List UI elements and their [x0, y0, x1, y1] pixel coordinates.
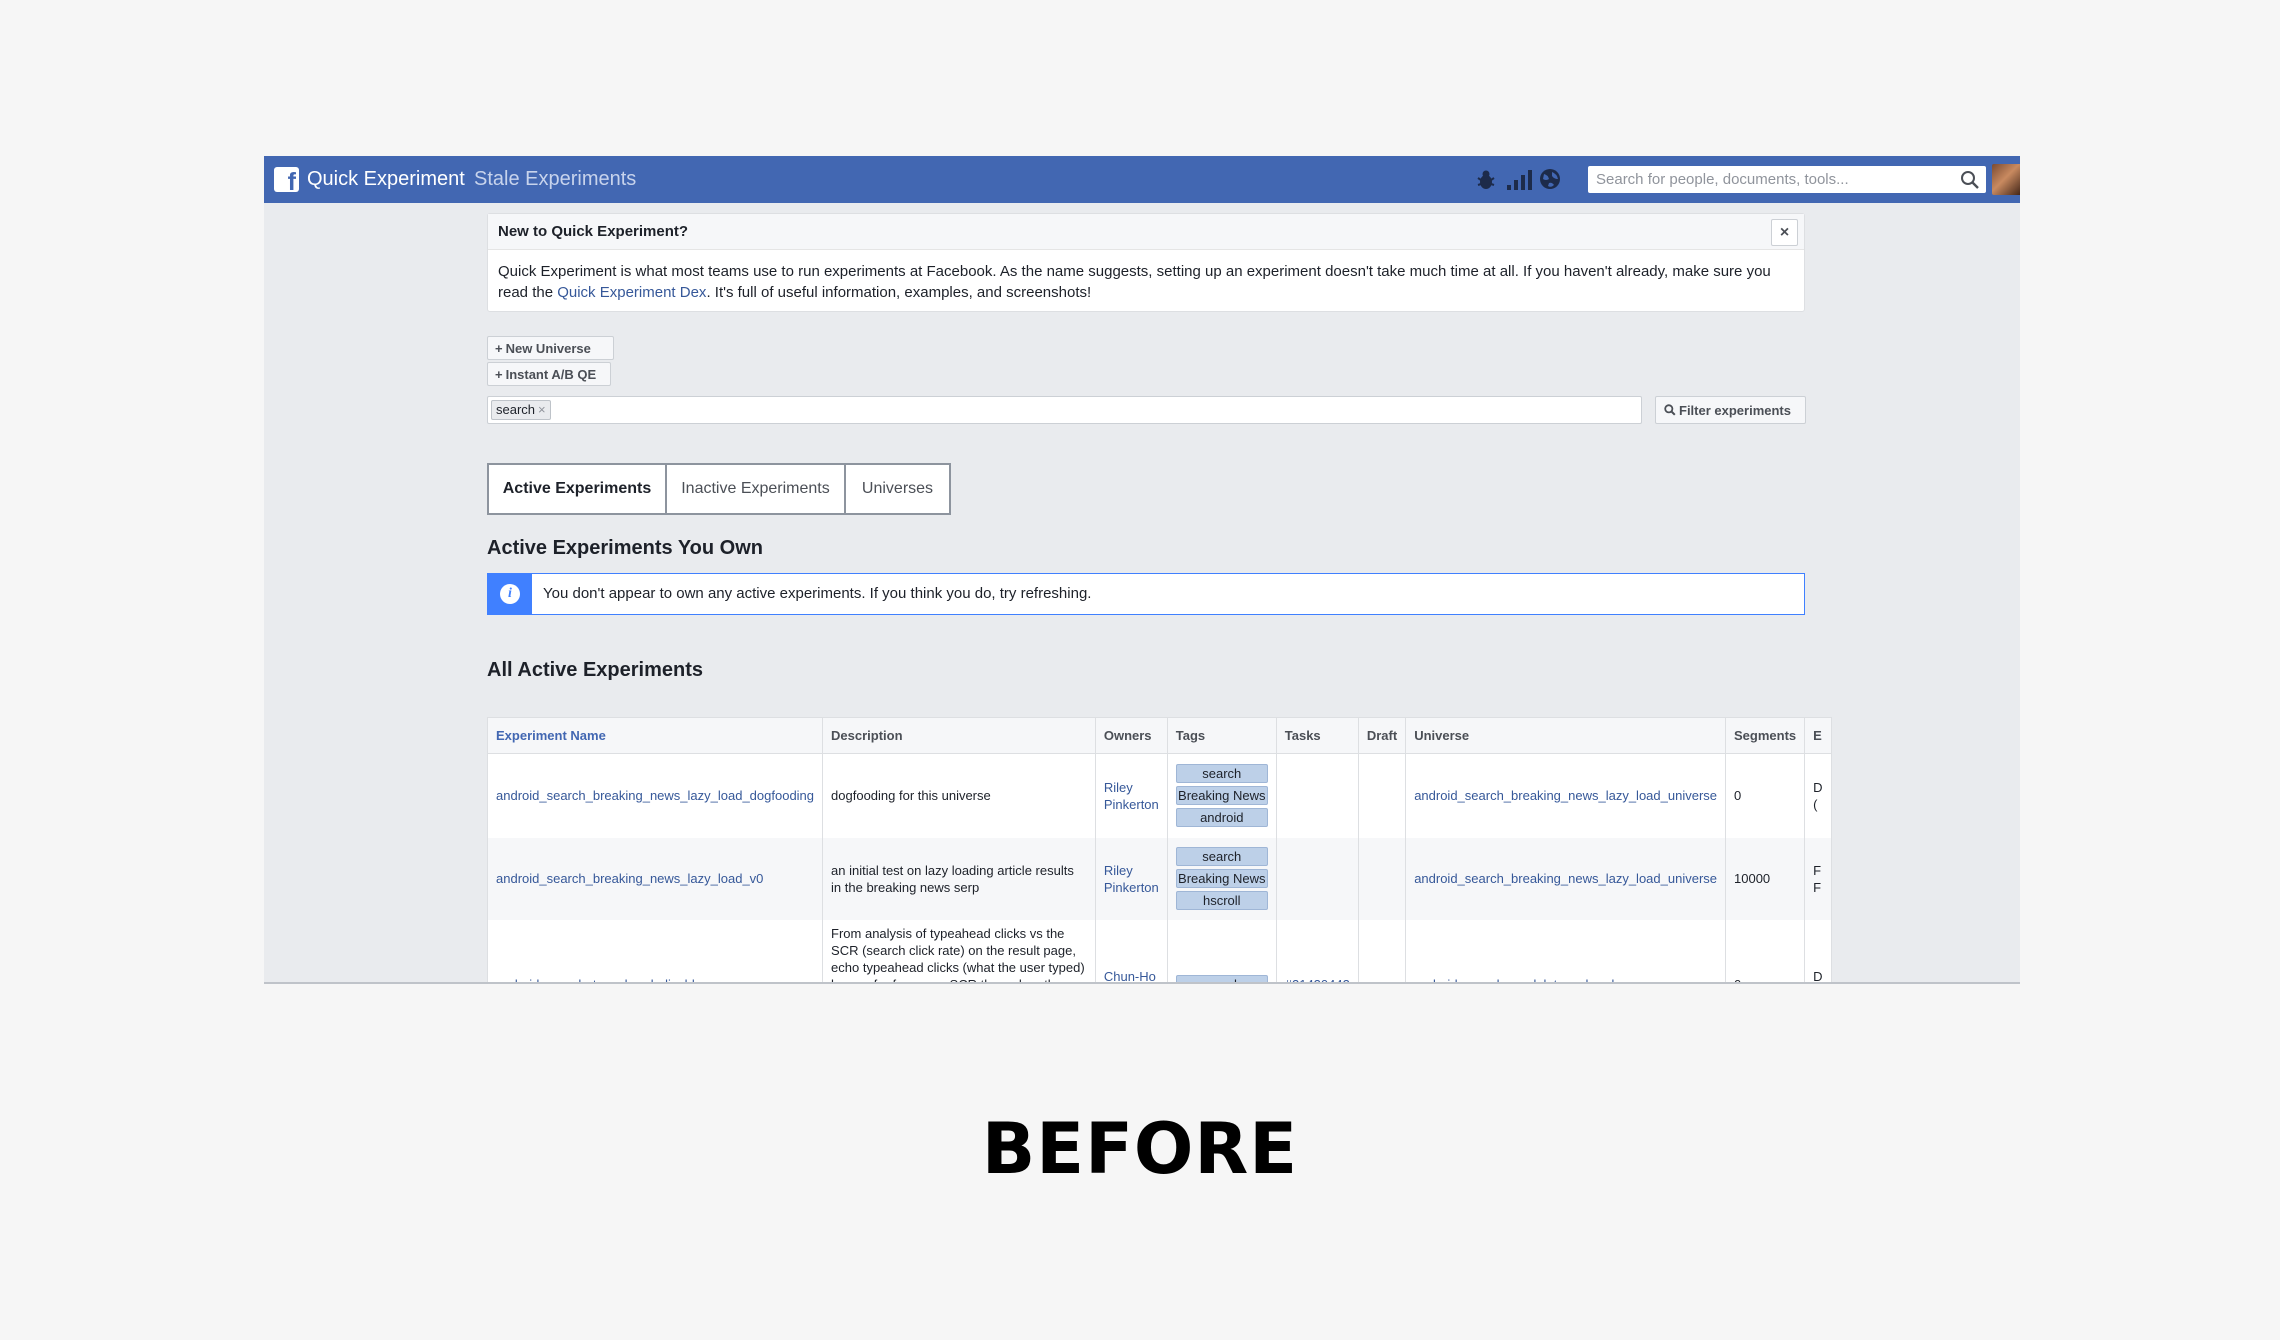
quick-experiment-dex-link[interactable]: Quick Experiment Dex — [557, 284, 706, 301]
info-icon: i — [500, 584, 520, 604]
intro-text: Quick Experiment is what most teams use … — [498, 261, 1788, 303]
intro-text-after: . It's full of useful information, examp… — [706, 284, 1092, 301]
bug-icon[interactable] — [1475, 166, 1497, 192]
owner-link[interactable]: Riley Pinkerton — [1104, 780, 1159, 812]
owner-link[interactable]: Riley Pinkerton — [1104, 863, 1159, 895]
owner-link[interactable]: Chun-Ho Ng — [1104, 969, 1156, 983]
draft-cell — [1357, 753, 1407, 838]
column-header-segments: Segments — [1725, 717, 1806, 754]
universe-link[interactable]: android_search_breaking_news_lazy_load_u… — [1414, 788, 1717, 803]
experiments-table: Experiment Name Description Owners Tags … — [486, 717, 1832, 984]
draft-cell — [1357, 837, 1407, 920]
tag-badge[interactable]: hscroll — [1175, 891, 1268, 910]
experiment-name-link[interactable]: android_search_breaking_news_lazy_load_v… — [496, 871, 763, 886]
info-icon-container: i — [488, 574, 532, 614]
experiment-description: dogfooding for this universe — [822, 753, 1096, 838]
new-universe-label: New Universe — [505, 341, 591, 356]
plus-icon: + — [495, 341, 503, 356]
filter-token-label: search — [496, 402, 536, 417]
column-header-universe: Universe — [1405, 717, 1727, 754]
all-experiments-heading: All Active Experiments — [487, 659, 704, 681]
tag-badge[interactable]: Breaking News — [1175, 869, 1268, 888]
experiment-filter-input[interactable]: search × — [487, 396, 1642, 424]
tab-active-experiments[interactable]: Active Experiments — [487, 463, 667, 515]
instant-ab-qe-button[interactable]: + Instant A/B QE — [487, 362, 611, 386]
column-header-draft: Draft — [1357, 717, 1407, 754]
tasks-cell — [1275, 837, 1359, 920]
tags-cell: search — [1166, 919, 1277, 982]
experiment-name-link[interactable]: android_search_typeahead_disable_escape — [496, 977, 751, 982]
stale-experiments-link[interactable]: Stale Experiments — [474, 168, 636, 191]
intro-title: New to Quick Experiment? — [498, 223, 689, 240]
universe-link[interactable]: android_search_breaking_news_lazy_load_u… — [1414, 871, 1717, 886]
universe-link[interactable]: android_search_modal_typeahead — [1414, 977, 1614, 982]
filter-experiments-button[interactable]: Filter experiments — [1655, 396, 1806, 424]
close-button[interactable]: × — [1771, 219, 1798, 246]
tags-cell: search Breaking News android — [1166, 753, 1277, 838]
column-header-description: Description — [822, 717, 1096, 754]
tag-badge[interactable]: search — [1175, 764, 1268, 784]
info-message-text: You don't appear to own any active exper… — [543, 585, 1092, 602]
tags-cell: search Breaking News hscroll — [1166, 837, 1277, 920]
search-icon[interactable] — [1960, 170, 1980, 190]
segments-cell: 10000 — [1725, 837, 1806, 920]
truncated-cell-line: D — [1813, 968, 1823, 984]
column-header-tasks: Tasks — [1275, 717, 1359, 754]
tasks-cell — [1275, 753, 1359, 838]
info-message: i You don't appear to own any active exp… — [487, 573, 1805, 615]
tag-badge[interactable]: android — [1175, 808, 1268, 828]
experiment-description: an initial test on lazy loading article … — [822, 837, 1096, 920]
truncated-cell-line: ( — [1813, 796, 1818, 812]
table-header-row: Experiment Name Description Owners Tags … — [486, 717, 1832, 754]
segments-cell: 0 — [1725, 919, 1806, 982]
column-header-tags: Tags — [1166, 717, 1277, 754]
tag-badge[interactable]: Breaking News — [1175, 786, 1268, 806]
global-search-input[interactable] — [1596, 171, 1946, 188]
truncated-cell-line: F — [1813, 862, 1822, 878]
truncated-cell-line: F — [1813, 879, 1822, 895]
tag-badge[interactable]: search — [1175, 975, 1268, 982]
plus-icon: + — [495, 367, 503, 382]
truncated-cell: D( — [1804, 753, 1832, 838]
globe-icon[interactable] — [1538, 166, 1562, 192]
top-navigation-bar: f Quick Experiment Stale Experiments — [264, 156, 2020, 203]
column-header-experiment-name[interactable]: Experiment Name — [486, 717, 824, 754]
table-row[interactable]: android_search_breaking_news_lazy_load_v… — [486, 837, 1832, 920]
before-caption: BEFORE — [981, 1108, 1299, 1190]
table-row[interactable]: android_search_breaking_news_lazy_load_d… — [486, 753, 1832, 838]
tab-universes[interactable]: Universes — [844, 463, 951, 515]
truncated-cell: D( — [1804, 919, 1832, 984]
facebook-logo-icon[interactable]: f — [274, 167, 299, 195]
new-universe-button[interactable]: + New Universe — [487, 336, 614, 360]
signal-icon[interactable] — [1506, 166, 1532, 192]
experiment-name-link[interactable]: android_search_breaking_news_lazy_load_d… — [496, 788, 814, 803]
own-experiments-heading: Active Experiments You Own — [487, 537, 764, 559]
experiment-description: From analysis of typeahead clicks vs the… — [822, 919, 1096, 982]
global-search — [1588, 166, 1986, 193]
truncated-cell-line: D — [1813, 779, 1823, 795]
remove-token-icon[interactable]: × — [538, 402, 546, 417]
column-header-truncated: E — [1804, 717, 1832, 754]
segments-cell: 0 — [1725, 753, 1806, 838]
intro-panel: New to Quick Experiment? × Quick Experim… — [487, 213, 1805, 312]
filter-experiments-label: Filter experiments — [1679, 403, 1791, 418]
screenshot-frame: f Quick Experiment Stale Experiments Sea… — [264, 156, 2020, 984]
table-row[interactable]: android_search_typeahead_disable_escape … — [486, 919, 1832, 984]
task-link[interactable]: #21420442 — [1285, 977, 1350, 982]
column-header-owners: Owners — [1094, 717, 1168, 754]
filter-token[interactable]: search × — [491, 400, 551, 420]
avatar[interactable] — [1992, 164, 2020, 195]
search-icon — [1664, 404, 1676, 416]
app-title[interactable]: Quick Experiment — [307, 168, 465, 191]
tab-inactive-experiments[interactable]: Inactive Experiments — [665, 463, 846, 515]
tag-badge[interactable]: search — [1175, 847, 1268, 866]
instant-ab-qe-label: Instant A/B QE — [505, 367, 597, 382]
draft-cell — [1357, 919, 1407, 982]
intro-panel-header: New to Quick Experiment? × — [488, 214, 1804, 250]
truncated-cell: FF — [1804, 837, 1832, 920]
